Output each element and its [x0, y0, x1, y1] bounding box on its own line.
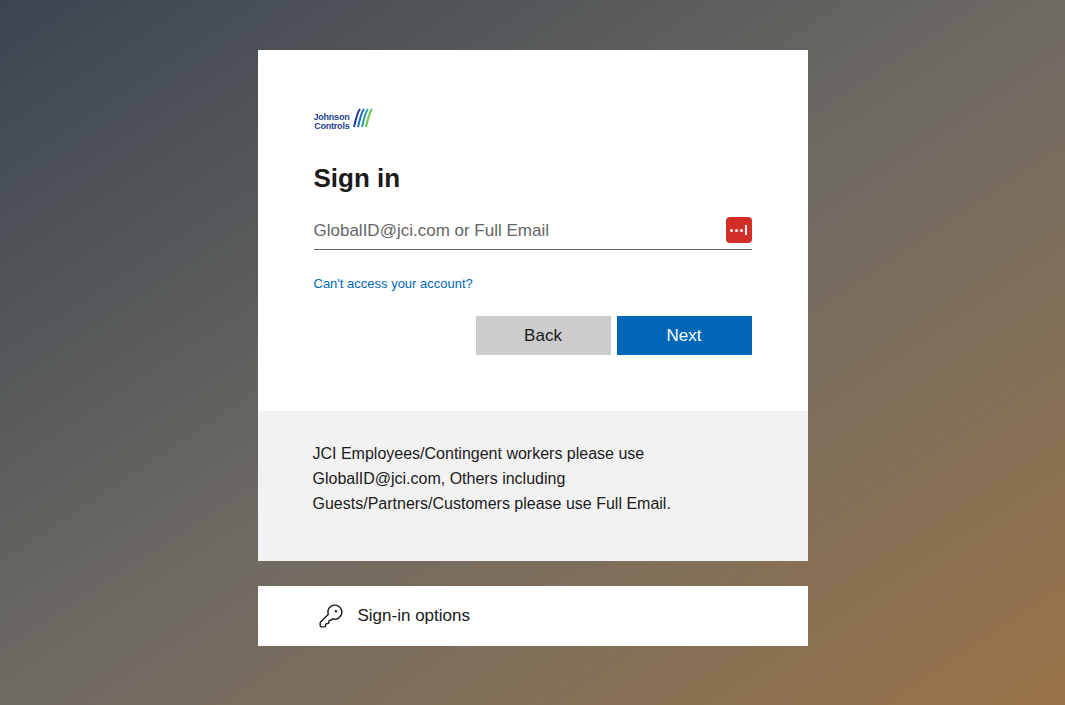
notice-text: JCI Employees/Contingent workers please … — [313, 441, 753, 466]
button-row: BackNext — [314, 316, 752, 355]
key-icon — [318, 603, 344, 629]
password-manager-icon[interactable] — [726, 217, 752, 243]
logo-text: Johnson — [314, 113, 350, 122]
logo-swoosh-icon — [351, 107, 373, 129]
cant-access-link[interactable]: Can't access your account? — [314, 275, 473, 293]
back-button[interactable]: Back — [476, 316, 611, 355]
sign-in-options[interactable]: Sign-in options — [258, 586, 808, 646]
sign-in-page: JohnsonControls Sign in Can't access your … — [0, 0, 1065, 705]
sign-in-card: JohnsonControls Sign in Can't access your … — [258, 50, 808, 646]
sign-in-title: Sign in — [314, 162, 752, 194]
sign-in-panel: JohnsonControls Sign in Can't access your … — [258, 50, 808, 411]
notice-text: Guests/Partners/Customers please use Ful… — [313, 491, 753, 516]
email-field[interactable] — [314, 214, 752, 250]
company-logo: JohnsonControls — [314, 113, 752, 132]
email-input[interactable] — [314, 218, 718, 244]
notice-panel: JCI Employees/Contingent workers please … — [258, 411, 808, 561]
next-button[interactable]: Next — [617, 316, 752, 355]
logo-text: Controls — [314, 122, 349, 131]
notice-text: GlobalID@jci.com, Others including — [313, 466, 753, 491]
sign-in-options-label[interactable]: Sign-in options — [358, 603, 470, 629]
